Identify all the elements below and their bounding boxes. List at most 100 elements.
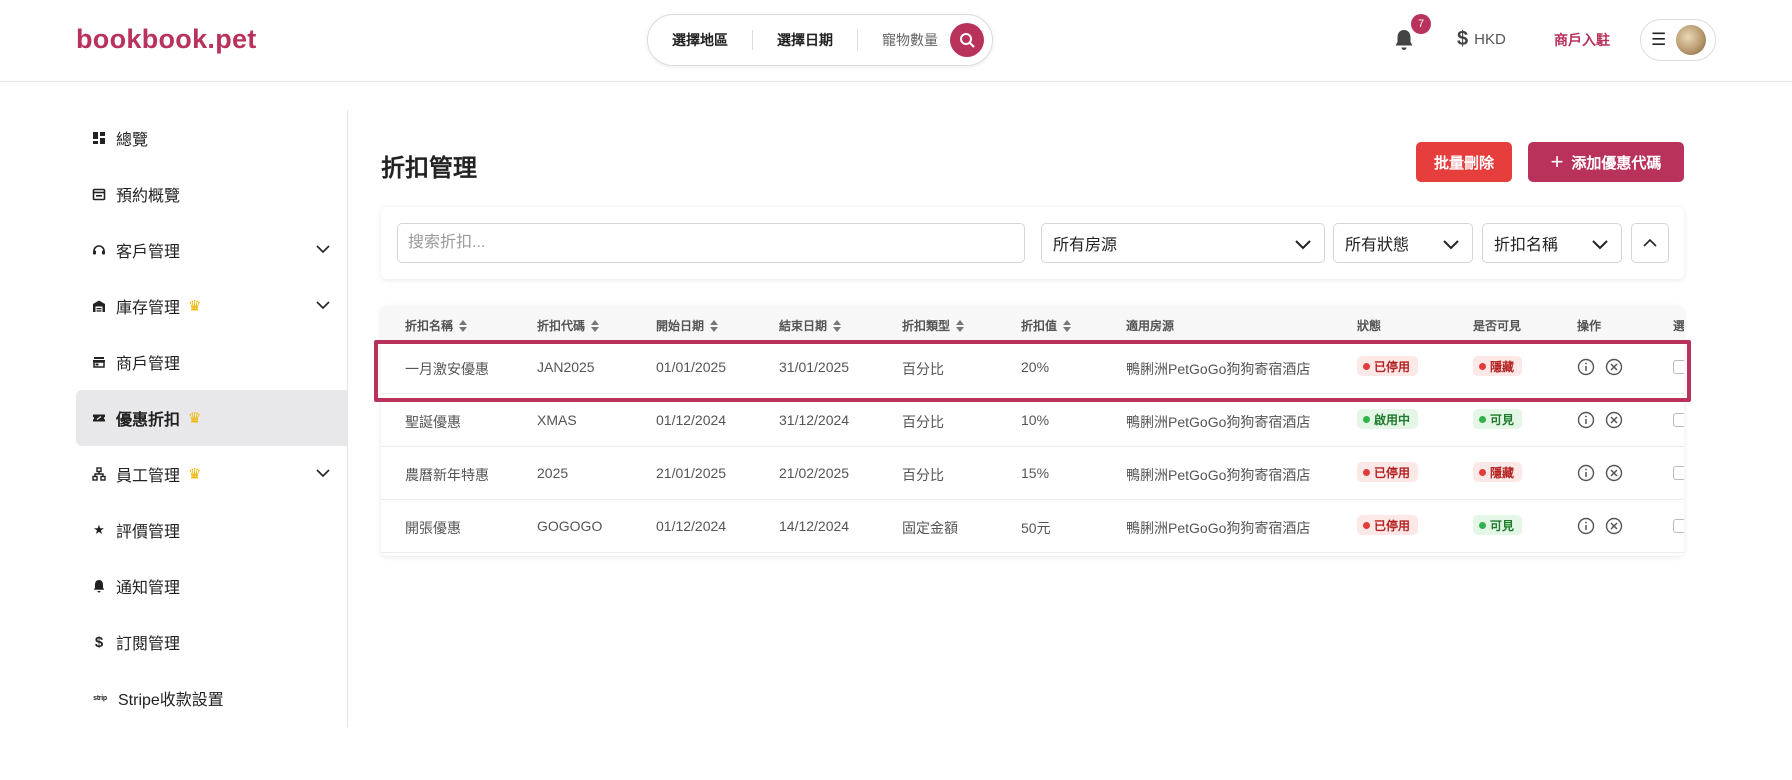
search-button[interactable]: [950, 23, 984, 57]
column-header-start-date[interactable]: 開始日期: [656, 317, 719, 334]
status-filter-select[interactable]: 所有狀態: [1333, 223, 1473, 263]
discount-code-cell: XMAS: [537, 412, 577, 428]
sidebar-item-subscription[interactable]: $ 訂閱管理: [76, 614, 348, 670]
end-date-cell: 14/12/2024: [779, 518, 850, 534]
merchant-signup-link[interactable]: 商戶入駐: [1554, 30, 1610, 50]
store-icon: [93, 357, 105, 368]
visibility-badge: 隱藏: [1473, 462, 1523, 482]
chevron-down-icon: [1443, 240, 1459, 250]
discount-name-cell: 開張優惠: [405, 520, 461, 536]
hamburger-icon: ☰: [1651, 30, 1667, 49]
row-select-checkbox[interactable]: [1673, 519, 1684, 533]
deactivate-icon[interactable]: [1605, 517, 1623, 535]
property-cell: 鴨脷洲PetGoGo狗狗寄宿酒店: [1126, 414, 1311, 430]
currency-selector[interactable]: $ HKD: [1457, 28, 1506, 51]
end-date-cell: 31/01/2025: [779, 359, 850, 375]
deactivate-icon[interactable]: [1605, 464, 1623, 482]
info-icon[interactable]: [1577, 358, 1595, 376]
info-icon[interactable]: [1577, 411, 1595, 429]
chevron-down-icon[interactable]: [316, 466, 330, 480]
crown-icon: ♛: [188, 298, 202, 315]
deactivate-icon[interactable]: [1605, 358, 1623, 376]
select-region-button[interactable]: 選擇地區: [648, 30, 753, 50]
deactivate-icon[interactable]: [1605, 411, 1623, 429]
ticket-icon: [93, 414, 105, 422]
sort-direction-button[interactable]: [1631, 223, 1669, 263]
sidebar-item-label: 商戶管理: [116, 356, 181, 373]
logo[interactable]: bookbook.pet: [76, 24, 257, 55]
sidebar-item-label: 客戶管理: [116, 244, 181, 261]
chevron-down-icon[interactable]: [316, 298, 330, 312]
column-header-name[interactable]: 折扣名稱: [405, 317, 468, 334]
discount-name-cell: 農曆新年特惠: [405, 467, 489, 483]
pet-count-button[interactable]: 寵物數量: [858, 30, 948, 50]
discount-search-input[interactable]: [397, 223, 1025, 263]
discount-type-cell: 固定金額: [902, 520, 958, 536]
visibility-badge: 隱藏: [1473, 356, 1523, 376]
column-header-status: 狀態: [1357, 319, 1382, 333]
row-select-checkbox[interactable]: [1673, 360, 1684, 374]
add-discount-code-button[interactable]: + 添加優惠代碼: [1528, 142, 1684, 182]
sidebar-item-inventory[interactable]: 庫存管理 ♛: [76, 278, 348, 334]
bulk-delete-button[interactable]: 批量刪除: [1416, 142, 1512, 182]
property-filter-select[interactable]: 所有房源: [1041, 223, 1325, 263]
page-title: 折扣管理: [381, 155, 477, 182]
filter-panel: 所有房源 所有狀態 折扣名稱: [381, 207, 1684, 279]
end-date-cell: 21/02/2025: [779, 465, 850, 481]
dashboard-icon: [93, 132, 105, 144]
table-row[interactable]: 開張優惠 GOGOGO 01/12/2024 14/12/2024 固定金額 50元 鴨脷洲…: [381, 500, 1684, 553]
column-header-end-date[interactable]: 結束日期: [779, 317, 842, 334]
chevron-up-icon: [1643, 238, 1657, 247]
column-header-select: 選: [1673, 319, 1684, 333]
discount-value-cell: 50元: [1021, 520, 1051, 536]
chevron-down-icon: [1295, 240, 1311, 250]
sidebar-item-label: 訂閱管理: [116, 636, 181, 653]
user-menu-button[interactable]: ☰: [1640, 19, 1716, 61]
sidebar-item-overview[interactable]: 總覽: [76, 110, 348, 166]
status-badge: 已停用: [1357, 356, 1419, 376]
select-date-button[interactable]: 選擇日期: [753, 30, 858, 50]
dollar-icon: $: [1457, 28, 1469, 50]
sort-by-select[interactable]: 折扣名稱: [1482, 223, 1622, 263]
discount-type-cell: 百分比: [902, 467, 944, 483]
sidebar-item-bookings[interactable]: 預約概覽: [76, 166, 348, 222]
status-badge: 已停用: [1357, 462, 1419, 482]
discount-code-cell: GOGOGO: [537, 518, 603, 534]
discount-value-cell: 15%: [1021, 465, 1050, 481]
search-icon: [960, 33, 975, 48]
sidebar-item-customers[interactable]: 客戶管理: [76, 222, 348, 278]
status-badge: 已停用: [1357, 515, 1419, 535]
sidebar-item-staff[interactable]: 員工管理 ♛: [76, 446, 348, 502]
table-row[interactable]: 聖誕優惠 XMAS 01/12/2024 31/12/2024 百分比 10% 鴨脷洲Pet…: [381, 394, 1684, 447]
row-select-checkbox[interactable]: [1673, 466, 1684, 480]
notification-bell-icon[interactable]: [1393, 28, 1415, 52]
sidebar-item-label: 通知管理: [116, 580, 181, 597]
top-header: bookbook.pet 選擇地區 選擇日期 寵物數量 7 $ HKD 商戶入駐…: [0, 0, 1792, 82]
sort-icon: [459, 319, 468, 332]
sidebar-item-merchant[interactable]: 商戶管理: [76, 334, 348, 390]
table-row[interactable]: 農曆新年特惠 2025 21/01/2025 21/02/2025 百分比 15% 鴨脷洲P…: [381, 447, 1684, 500]
chevron-down-icon[interactable]: [316, 242, 330, 256]
table-row[interactable]: 一月激安優惠 JAN2025 01/01/2025 31/01/2025 百分比 20% 鴨…: [381, 341, 1684, 394]
plus-icon: +: [1550, 149, 1564, 174]
discount-code-cell: 2025: [537, 465, 569, 481]
sidebar-item-discounts[interactable]: 優惠折扣 ♛: [76, 390, 348, 446]
status-badge: 啟用中: [1357, 409, 1419, 429]
start-date-cell: 01/12/2024: [656, 518, 727, 534]
sidebar-item-notifications[interactable]: 通知管理: [76, 558, 348, 614]
chevron-down-icon: [1592, 240, 1608, 250]
property-cell: 鴨脷洲PetGoGo狗狗寄宿酒店: [1126, 520, 1311, 536]
column-header-visibility: 是否可見: [1473, 319, 1522, 333]
start-date-cell: 01/01/2025: [656, 359, 727, 375]
sidebar-item-reviews[interactable]: ★ 評價管理: [76, 502, 348, 558]
sidebar-item-stripe[interactable]: strip Stripe收款設置: [76, 670, 348, 726]
row-select-checkbox[interactable]: [1673, 413, 1684, 427]
info-icon[interactable]: [1577, 464, 1595, 482]
search-bar[interactable]: 選擇地區 選擇日期 寵物數量: [647, 14, 993, 66]
column-header-code[interactable]: 折扣代碼: [537, 317, 600, 334]
column-header-value[interactable]: 折扣值: [1021, 317, 1072, 334]
info-icon[interactable]: [1577, 517, 1595, 535]
calendar-icon: [92, 188, 106, 201]
currency-label: HKD: [1474, 31, 1506, 48]
column-header-type[interactable]: 折扣類型: [902, 317, 965, 334]
